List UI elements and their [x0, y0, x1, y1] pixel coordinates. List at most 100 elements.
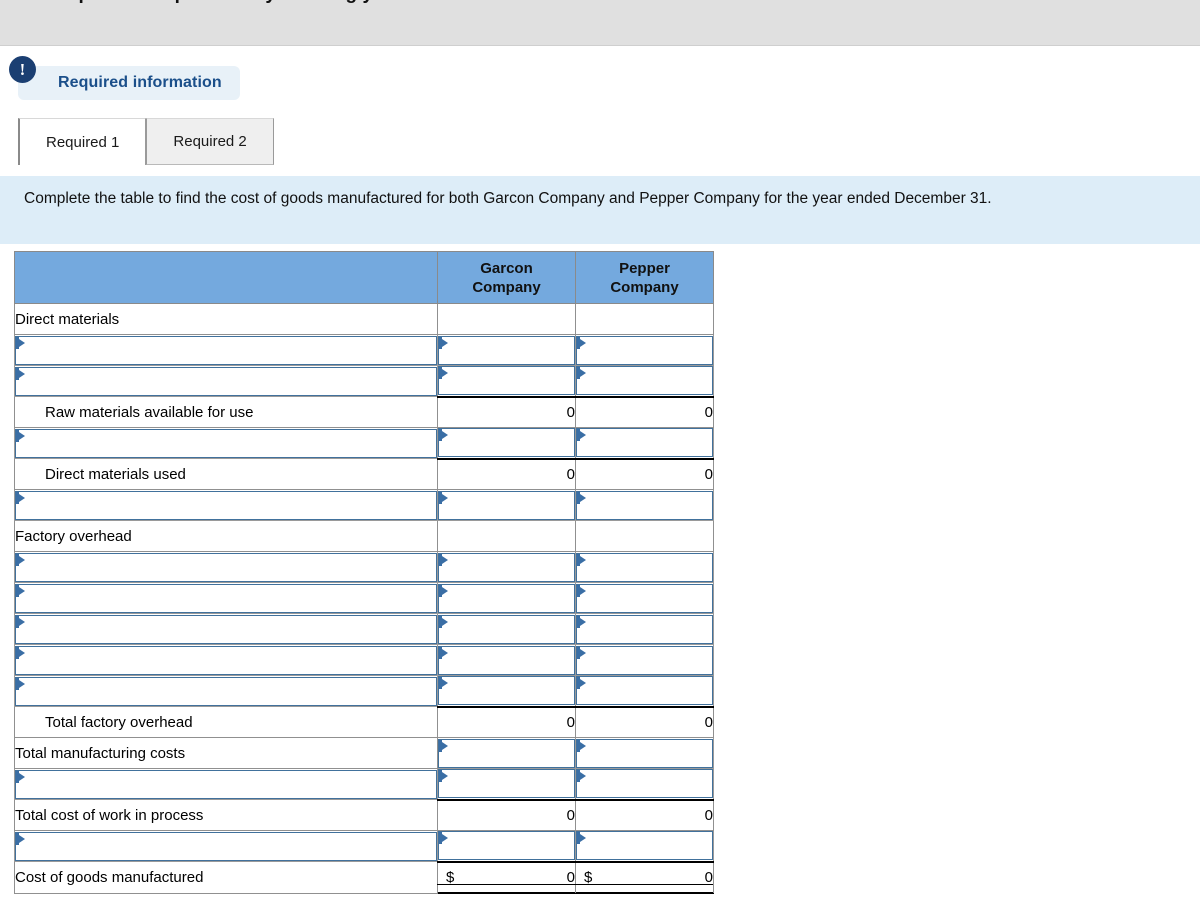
account-dropdown[interactable]	[15, 490, 437, 520]
amount-input-cell-pepper[interactable]	[575, 613, 714, 645]
amount-input-garcon[interactable]	[438, 676, 575, 706]
amount-input-garcon[interactable]	[438, 831, 575, 861]
account-dropdown[interactable]	[15, 769, 437, 799]
amount-input-cell-garcon[interactable]	[437, 675, 576, 707]
column-header-pepper-line1: Pepper	[619, 259, 670, 277]
amount-cell-pepper: 0	[575, 457, 714, 490]
account-dropdown[interactable]	[15, 366, 437, 396]
amount-input-cell-garcon[interactable]	[437, 365, 576, 397]
amount-input-pepper[interactable]	[576, 645, 713, 675]
account-select-cell[interactable]	[14, 644, 438, 676]
account-select-cell[interactable]	[14, 427, 438, 459]
amount-input-cell-garcon[interactable]	[437, 551, 576, 583]
table-row: Raw materials available for use 0 0	[14, 395, 714, 428]
amount-input-cell-pepper[interactable]	[575, 644, 714, 676]
amount-input-garcon[interactable]	[438, 366, 575, 396]
cut-off-title-strip: Complete this question by entering your …	[0, 0, 1200, 52]
amount-input-garcon[interactable]	[438, 552, 575, 582]
instruction-text: Complete the table to find the cost of g…	[24, 190, 992, 207]
amount-input-cell-pepper[interactable]	[575, 675, 714, 707]
account-dropdown[interactable]	[15, 428, 437, 458]
account-dropdown[interactable]	[15, 645, 437, 675]
table-row	[14, 613, 714, 645]
account-dropdown[interactable]	[15, 552, 437, 582]
table-row	[14, 675, 714, 707]
amount-input-cell-pepper[interactable]	[575, 830, 714, 862]
amount-input-pepper[interactable]	[576, 583, 713, 613]
amount-input-cell-pepper[interactable]	[575, 334, 714, 366]
amount-input-cell-garcon[interactable]	[437, 582, 576, 614]
account-dropdown[interactable]	[15, 676, 437, 706]
amount-input-cell-garcon[interactable]	[437, 613, 576, 645]
cut-off-title-text: Complete this question by entering your …	[36, 0, 652, 5]
amount-input-cell-garcon[interactable]	[437, 489, 576, 521]
amount-input-pepper[interactable]	[576, 490, 713, 520]
amount-input-cell-pepper[interactable]	[575, 768, 714, 800]
amount-input-cell-garcon[interactable]	[437, 427, 576, 459]
amount-input-pepper[interactable]	[576, 335, 713, 365]
amount-input-pepper[interactable]	[576, 614, 713, 644]
account-select-cell[interactable]	[14, 613, 438, 645]
account-dropdown[interactable]	[15, 614, 437, 644]
column-header-pepper-line2: Company	[610, 278, 679, 296]
amount-input-cell-pepper[interactable]	[575, 551, 714, 583]
amount-input-garcon[interactable]	[438, 738, 575, 768]
amount-input-cell-garcon[interactable]	[437, 768, 576, 800]
row-label: Total manufacturing costs	[14, 737, 438, 769]
account-select-cell[interactable]	[14, 830, 438, 862]
account-select-cell[interactable]	[14, 551, 438, 583]
amount-input-garcon[interactable]	[438, 614, 575, 644]
amount-input-pepper[interactable]	[576, 738, 713, 768]
amount-input-pepper[interactable]	[576, 769, 713, 799]
amount-input-pepper[interactable]	[576, 676, 713, 706]
amount-input-cell-pepper[interactable]	[575, 737, 714, 769]
account-select-cell[interactable]	[14, 675, 438, 707]
amount-cell-garcon: 0	[437, 395, 576, 428]
account-dropdown[interactable]	[15, 335, 437, 365]
amount-input-garcon[interactable]	[438, 645, 575, 675]
instruction-panel: Complete the table to find the cost of g…	[0, 176, 1200, 244]
account-select-cell[interactable]	[14, 582, 438, 614]
account-select-cell[interactable]	[14, 334, 438, 366]
amount-input-cell-pepper[interactable]	[575, 427, 714, 459]
amount-cell-garcon: 0	[437, 457, 576, 490]
amount-input-garcon[interactable]	[438, 335, 575, 365]
account-select-cell[interactable]	[14, 489, 438, 521]
amount-cell-pepper	[575, 303, 714, 335]
amount-input-cell-garcon[interactable]	[437, 644, 576, 676]
amount-input-cell-pepper[interactable]	[575, 489, 714, 521]
tab-required-1[interactable]: Required 1	[18, 118, 147, 165]
amount-input-pepper[interactable]	[576, 366, 713, 396]
table-row	[14, 830, 714, 862]
amount-input-pepper[interactable]	[576, 428, 713, 458]
account-dropdown[interactable]	[15, 831, 437, 861]
table-row: Direct materials	[14, 303, 714, 335]
account-select-cell[interactable]	[14, 365, 438, 397]
row-label: Cost of goods manufactured	[14, 861, 438, 894]
amount-input-cell-pepper[interactable]	[575, 582, 714, 614]
table-row: Total manufacturing costs	[14, 737, 714, 769]
table-row	[14, 427, 714, 459]
amount-input-cell-pepper[interactable]	[575, 365, 714, 397]
column-header-garcon: Garcon Company	[437, 251, 576, 304]
tab-required-2[interactable]: Required 2	[146, 118, 274, 165]
amount-input-pepper[interactable]	[576, 831, 713, 861]
amount-input-cell-garcon[interactable]	[437, 334, 576, 366]
account-select-cell[interactable]	[14, 768, 438, 800]
table-row	[14, 551, 714, 583]
table-row	[14, 644, 714, 676]
exclamation-icon: !	[9, 56, 36, 83]
amount-input-garcon[interactable]	[438, 769, 575, 799]
amount-input-cell-garcon[interactable]	[437, 830, 576, 862]
table-body: Direct materials Raw materials available …	[14, 303, 714, 894]
table-row: Direct materials used 0 0	[14, 457, 714, 490]
account-dropdown[interactable]	[15, 583, 437, 613]
amount-input-cell-garcon[interactable]	[437, 737, 576, 769]
required-information-banner: Required information	[18, 66, 240, 100]
amount-input-pepper[interactable]	[576, 552, 713, 582]
amount-input-garcon[interactable]	[438, 583, 575, 613]
amount-input-garcon[interactable]	[438, 490, 575, 520]
column-header-blank	[14, 251, 438, 304]
amount-input-garcon[interactable]	[438, 428, 575, 458]
amount-cell-garcon: $0	[437, 860, 576, 894]
